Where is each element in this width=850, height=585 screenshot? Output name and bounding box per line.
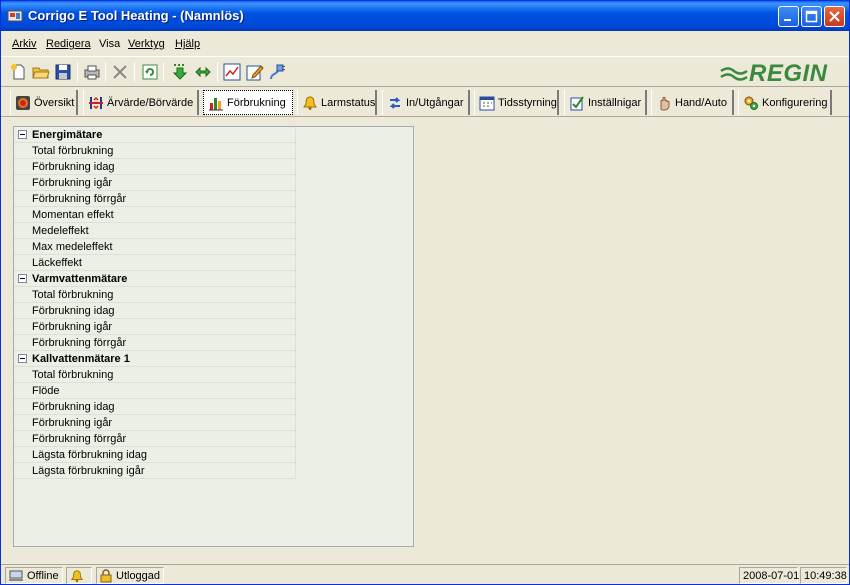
tree-item[interactable]: Lägsta förbrukning igår [14,463,295,479]
sync-arrows-icon[interactable] [194,63,212,81]
menu-bar: Arkiv Redigera Visa Verktyg Hjälp [1,35,849,55]
status-time: 10:49:38 [800,567,847,584]
tab-oversikt[interactable]: Översikt [10,90,78,115]
tree-item[interactable]: Medeleffekt [14,223,295,239]
alarm-bell-icon [303,95,317,110]
close-icon [829,11,840,22]
app-window: Corrigo E Tool Heating - (Namnlös) Arkiv… [0,0,850,585]
menu-visa[interactable]: Visa [99,38,120,50]
print-icon[interactable] [83,63,101,81]
tree-group-kallvattenmatare-1[interactable]: Kallvattenmätare 1 [14,351,295,367]
regin-waves-icon [720,67,748,81]
connect-plug-icon[interactable] [268,63,286,81]
consumption-chart-icon [209,97,223,110]
new-file-icon[interactable] [10,63,28,81]
configure-icon [744,96,758,110]
save-icon[interactable] [54,63,72,81]
download-icon[interactable] [171,63,189,81]
io-arrows-icon [389,96,401,109]
tab-arvarde-borvarde[interactable]: Ärvärde/Börvärde [83,90,199,115]
open-folder-icon[interactable] [32,63,50,81]
tree-item[interactable]: Lägsta förbrukning idag [14,447,295,463]
tree-item[interactable]: Total förbrukning [14,367,295,383]
edit-icon[interactable] [246,63,264,81]
app-icon [7,10,23,22]
menu-hjalp[interactable]: Hjälp [175,38,200,50]
setpoint-icon [89,96,103,109]
tree-item[interactable]: Förbrukning idag [14,159,295,175]
menu-verktyg[interactable]: Verktyg [128,38,165,50]
menu-redigera[interactable]: Redigera [46,38,91,50]
hand-icon [660,96,670,110]
padlock-icon [100,568,112,582]
tree-item[interactable]: Förbrukning förrgår [14,191,295,207]
refresh-icon[interactable] [141,63,159,81]
delete-icon[interactable] [111,63,129,81]
alarm-status [66,567,92,584]
maximize-button[interactable] [801,6,822,27]
consumption-tree-panel: Energimätare Total förbrukning Förbrukni… [13,126,414,547]
tree-item[interactable]: Läckeffekt [14,255,295,271]
tab-installningar[interactable]: Inställnigar [564,90,647,115]
title-bar[interactable]: Corrigo E Tool Heating - (Namnlös) [1,1,849,31]
menu-arkiv[interactable]: Arkiv [12,38,36,50]
tree-item[interactable]: Förbrukning igår [14,175,295,191]
tree-group-varmvattenmatare[interactable]: Varmvattenmätare [14,271,295,287]
tree-item[interactable]: Förbrukning idag [14,303,295,319]
maximize-icon [805,10,818,23]
tree-item[interactable]: Förbrukning förrgår [14,431,295,447]
tab-bar: Översikt Ärvärde/Börvärde Förbrukning La… [1,88,849,117]
tree-item[interactable]: Total förbrukning [14,143,295,159]
tab-in-utgangar[interactable]: In/Utgångar [382,90,470,115]
window-title: Corrigo E Tool Heating - (Namnlös) [28,8,244,23]
tab-forbrukning[interactable]: Förbrukning [203,90,293,115]
minimize-icon [784,19,791,21]
alarm-bell-icon [70,569,84,582]
trend-chart-icon[interactable] [223,63,241,81]
settings-check-icon [570,95,584,110]
tree-item[interactable]: Förbrukning igår [14,319,295,335]
computer-icon [9,570,23,581]
tab-tidsstyrning[interactable]: Tidsstyrning [474,90,559,115]
connection-status: Offline [5,567,63,584]
tree-group-energimatare[interactable]: Energimätare [14,127,295,143]
overview-icon [16,95,30,110]
login-status: Utloggad [96,567,164,584]
calendar-icon [479,96,495,110]
tree-item[interactable]: Total förbrukning [14,287,295,303]
tree-item[interactable]: Förbrukning idag [14,399,295,415]
close-button[interactable] [824,6,845,27]
logo-text: REGIN [749,60,828,87]
tree-item[interactable]: Flöde [14,383,295,399]
status-date: 2008-07-01 [739,567,799,584]
regin-logo: REGIN [719,59,844,87]
tree-item[interactable]: Förbrukning förrgår [14,335,295,351]
tab-hand-auto[interactable]: Hand/Auto [651,90,734,115]
collapse-icon[interactable] [18,130,27,139]
collapse-icon[interactable] [18,274,27,283]
minimize-button[interactable] [778,6,799,27]
tree-item[interactable]: Förbrukning igår [14,415,295,431]
status-bar: Offline Utloggad 2008-07-01 10:49:38 [1,564,849,585]
tree-item[interactable]: Max medeleffekt [14,239,295,255]
collapse-icon[interactable] [18,354,27,363]
tab-larmstatus[interactable]: Larmstatus [297,90,377,115]
tree-item[interactable]: Momentan effekt [14,207,295,223]
tab-konfigurering[interactable]: Konfigurering [738,90,832,115]
toolbar: REGIN [1,56,849,87]
